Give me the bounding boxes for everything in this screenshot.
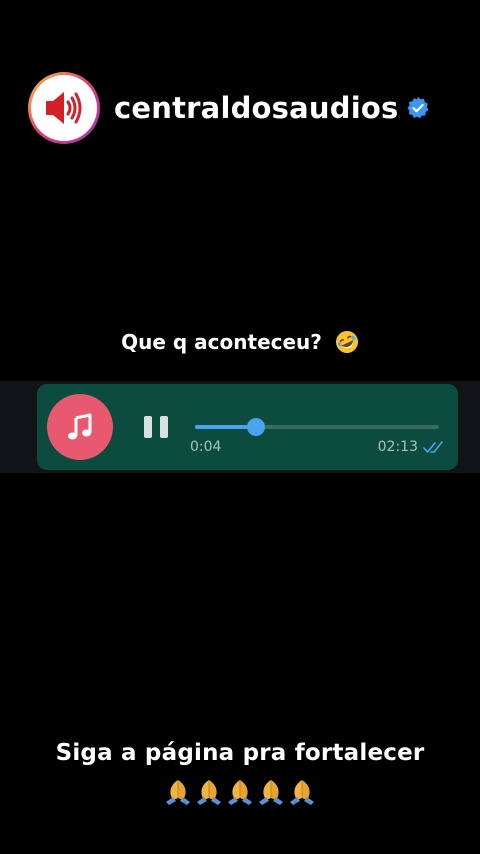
pause-icon-bar-left (144, 416, 152, 438)
video-caption: Que q aconteceu? (0, 330, 480, 354)
music-note-button[interactable] (47, 394, 113, 460)
audio-message-player[interactable]: 0:04 02:13 (37, 384, 458, 470)
elapsed-time: 0:04 (190, 439, 222, 455)
folded-hands-emoji-icon (290, 780, 314, 805)
pause-button[interactable] (144, 416, 168, 440)
folded-hands-emoji-icon (197, 780, 221, 805)
progress-knob[interactable] (247, 418, 265, 436)
folded-hands-emoji-icon (228, 780, 252, 805)
double-check-read-icon (423, 441, 443, 453)
verified-badge-icon (406, 96, 430, 120)
folded-hands-emoji-row (0, 778, 480, 806)
music-note-icon (68, 413, 92, 440)
caption-text: Que q aconteceu? (121, 330, 322, 354)
username[interactable]: centraldosaudios (114, 91, 398, 125)
screen: centraldosaudios Que q aconteceu? 0:04 0… (0, 0, 480, 854)
footer-call-to-action: Siga a página pra fortalecer (55, 740, 425, 766)
progress-slider[interactable] (195, 418, 439, 436)
speaker-volume-icon (46, 92, 82, 124)
pause-icon-bar-right (160, 416, 168, 438)
folded-hands-emoji-icon (166, 780, 190, 805)
profile-header[interactable]: centraldosaudios (28, 70, 430, 146)
avatar[interactable] (28, 72, 100, 144)
folded-hands-emoji-icon (259, 780, 283, 805)
total-duration: 02:13 (377, 439, 418, 455)
avatar-inner (31, 75, 97, 141)
rolling-on-floor-laughing-emoji-icon (335, 330, 359, 354)
